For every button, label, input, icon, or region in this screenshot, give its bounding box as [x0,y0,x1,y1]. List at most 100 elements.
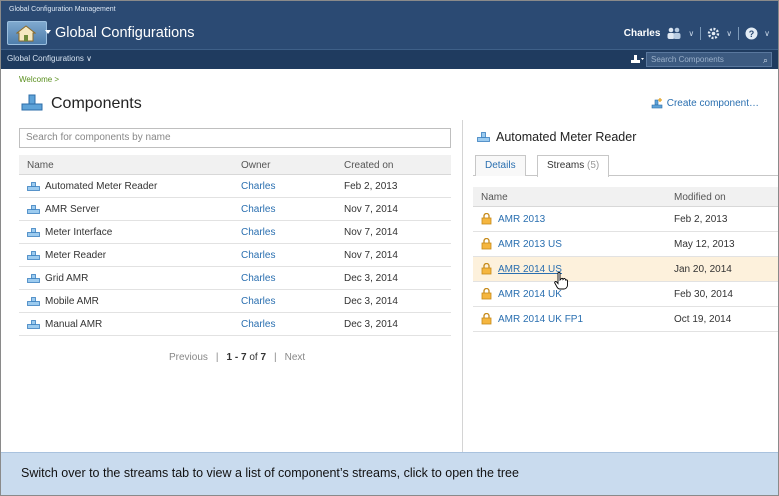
table-row[interactable]: Mobile AMR Charles Dec 3, 2014 [19,290,451,313]
component-icon [27,228,40,237]
component-name[interactable]: Grid AMR [45,273,88,284]
previous-page-button[interactable]: Previous [169,352,208,363]
svg-text:?: ? [749,29,755,39]
column-modified[interactable]: Modified on [674,192,726,203]
page-of-label: of [249,352,258,363]
column-created[interactable]: Created on [344,160,393,171]
component-name[interactable]: Meter Reader [45,250,106,261]
component-owner[interactable]: Charles [241,181,275,192]
table-row[interactable]: Grid AMR Charles Dec 3, 2014 [19,267,451,290]
detail-title-text: Automated Meter Reader [496,130,637,144]
help-icon[interactable]: ? [745,27,758,40]
component-name-search[interactable]: Search for components by name [19,128,451,148]
table-row-hovered[interactable]: AMR 2014 US Jan 20, 2014 [473,257,778,282]
chevron-down-icon[interactable]: ∨ [726,29,732,38]
component-created: Nov 7, 2014 [344,204,398,215]
user-name[interactable]: Charles [624,28,661,39]
component-icon [27,297,40,306]
breadcrumb[interactable]: Welcome > [19,75,59,84]
pane-divider [462,120,463,456]
component-created: Dec 3, 2014 [344,273,398,284]
component-owner[interactable]: Charles [241,319,275,330]
table-row[interactable]: AMR 2013 US May 12, 2013 [473,232,778,257]
component-owner[interactable]: Charles [241,273,275,284]
stream-name[interactable]: AMR 2014 UK [498,289,562,300]
component-icon [477,132,490,142]
tab-streams-count: (5) [587,160,600,171]
context-menu[interactable]: Global Configurations ∨ [7,54,92,63]
stream-modified: Feb 30, 2014 [674,289,733,300]
table-row[interactable]: AMR 2014 UK FP1 Oct 19, 2014 [473,307,778,332]
column-name[interactable]: Name [27,160,54,171]
column-name[interactable]: Name [481,192,508,203]
component-name[interactable]: AMR Server [45,204,99,215]
component-owner[interactable]: Charles [241,250,275,261]
table-row[interactable]: Meter Reader Charles Nov 7, 2014 [19,244,451,267]
table-row[interactable]: Meter Interface Charles Nov 7, 2014 [19,221,451,244]
component-owner[interactable]: Charles [241,296,275,307]
components-table: Name Owner Created on Automated Meter Re… [19,155,451,336]
search-icon[interactable]: ⌕ [763,54,768,67]
table-header: Name Modified on [473,187,778,207]
components-icon [21,94,43,111]
stream-name[interactable]: AMR 2014 US [498,264,562,275]
column-owner[interactable]: Owner [241,160,270,171]
component-owner[interactable]: Charles [241,227,275,238]
stream-modified: Jan 20, 2014 [674,264,732,275]
table-row[interactable]: AMR Server Charles Nov 7, 2014 [19,198,451,221]
stream-icon [481,238,492,250]
detail-tabs: Details Streams (5) [473,155,778,177]
page-total: 7 [260,352,266,363]
stream-icon [481,213,492,225]
component-icon [27,182,40,191]
component-filter-icon[interactable] [630,54,644,64]
stream-icon [481,263,492,275]
component-name[interactable]: Automated Meter Reader [45,181,157,192]
chevron-down-icon[interactable]: ∨ [688,29,694,38]
component-owner[interactable]: Charles [241,204,275,215]
pager-separator: | [274,352,277,363]
create-component-label: Create component… [666,98,759,109]
stream-name[interactable]: AMR 2014 UK FP1 [498,314,583,325]
add-component-icon [651,98,663,109]
toolbar-divider [700,26,702,40]
page-range: 1 - 7 of 7 [227,352,266,363]
component-created: Feb 2, 2013 [344,181,398,192]
component-icon [27,251,40,260]
pagination: Previous | 1 - 7 of 7 | Next [169,352,305,363]
users-icon[interactable] [666,27,682,39]
stream-modified: Feb 2, 2013 [674,214,728,225]
stream-name[interactable]: AMR 2013 US [498,239,562,250]
tab-details[interactable]: Details [475,155,526,176]
home-icon [16,25,36,42]
component-name[interactable]: Manual AMR [45,319,102,330]
tab-streams[interactable]: Streams (5) [537,155,610,177]
component-icon [27,205,40,214]
component-icon [27,274,40,283]
home-menu-button[interactable] [7,21,51,45]
component-search-input[interactable]: Search Components ⌕ [646,52,772,67]
create-component-link[interactable]: Create component… [651,98,759,109]
app-title: Global Configurations [55,25,195,41]
stream-modified: May 12, 2013 [674,239,735,250]
chevron-down-icon[interactable]: ∨ [764,29,770,38]
table-row[interactable]: Automated Meter Reader Charles Feb 2, 20… [19,175,451,198]
chevron-down-icon [45,30,51,34]
context-bar: Global Configurations ∨ Search Component… [1,49,778,69]
table-row[interactable]: AMR 2014 UK Feb 30, 2014 [473,282,778,307]
tutorial-caption: Switch over to the streams tab to view a… [1,452,778,495]
pager-separator: | [215,352,219,363]
stream-name[interactable]: AMR 2013 [498,214,545,225]
search-placeholder: Search Components [651,55,724,64]
next-page-button[interactable]: Next [285,352,306,363]
table-row[interactable]: Manual AMR Charles Dec 3, 2014 [19,313,451,336]
component-name[interactable]: Meter Interface [45,227,112,238]
component-name[interactable]: Mobile AMR [45,296,99,307]
gear-icon[interactable] [707,27,720,40]
app-window: Global Configuration Management Global C… [0,0,779,496]
tab-streams-label: Streams [547,160,585,171]
table-row[interactable]: AMR 2013 Feb 2, 2013 [473,207,778,232]
toolbar-divider [738,26,740,40]
table-header: Name Owner Created on [19,155,451,175]
components-pane: Search for components by name Name Owner… [19,128,451,336]
